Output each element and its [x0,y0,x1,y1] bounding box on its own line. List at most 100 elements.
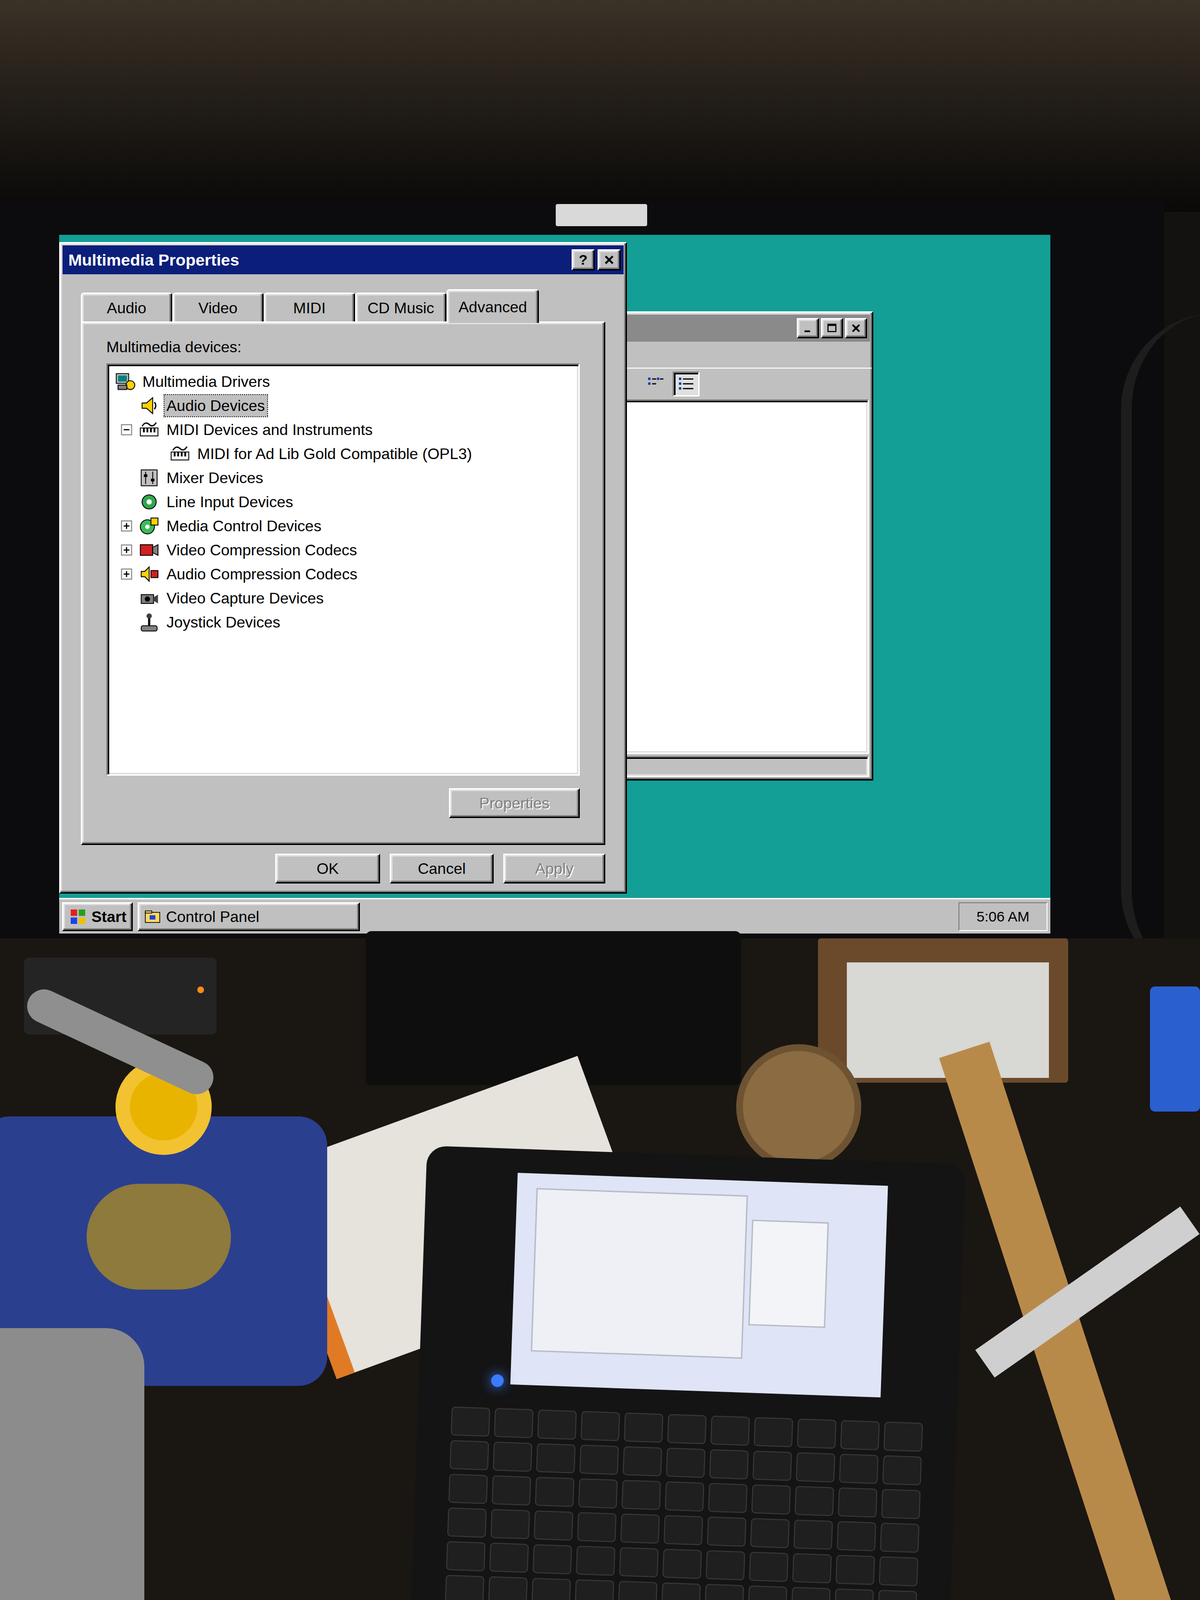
key [710,1415,750,1446]
taskbar-button[interactable]: Control Panel [137,902,360,932]
device-tree[interactable]: Multimedia DriversAudio DevicesMIDI Devi… [106,363,580,776]
key [576,1511,617,1543]
hdmi-sticker [555,204,648,227]
tree-label[interactable]: Video Capture Devices [164,587,326,609]
start-button[interactable]: Start [62,902,133,932]
expand-icon[interactable] [120,520,133,532]
key [574,1579,614,1600]
tab[interactable]: Audio [80,292,173,322]
tree-item[interactable]: Video Compression Codecs [107,537,579,562]
tree-item[interactable]: MIDI for Ad Lib Gold Compatible (OPL3) [107,441,579,466]
key [753,1417,793,1448]
clock-time: 5:06 AM [976,909,1030,924]
key [752,1450,792,1481]
tree-item[interactable]: Audio Devices [107,393,579,418]
key [446,1541,486,1572]
monitor-screen: Multimedia Properties? Audio VideoMIDICD M… [59,234,1051,934]
handheld-screen-window [748,1219,830,1328]
twine-spool [736,1044,862,1170]
dialog-button[interactable]: OK [275,853,381,884]
expander-slot [114,417,139,442]
key [791,1586,831,1600]
key [536,1442,576,1474]
expander-slot [145,441,170,466]
tree-label[interactable]: Media Control Devices [164,515,324,537]
key [448,1473,488,1505]
close-icon [601,252,617,268]
tree-label[interactable]: Audio Devices [164,395,268,417]
dialog-body: Audio VideoMIDICD MusicAdvanced Multimedia… [60,274,626,893]
title-buttons: ? [571,249,621,271]
tab[interactable]: MIDI [263,292,356,322]
help-glyph: ? [578,252,588,268]
key [837,1487,878,1518]
tab[interactable]: CD Music [355,292,447,322]
key [794,1485,834,1517]
minimize-button[interactable] [796,318,819,339]
tree-item[interactable]: Mixer Devices [107,465,579,490]
tree-item[interactable]: Video Capture Devices [107,586,579,611]
device-icon [138,539,160,561]
help-button[interactable]: ? [571,249,595,271]
device-icon [169,443,191,465]
tab[interactable]: Video [172,292,264,322]
key [532,1544,573,1575]
key [533,1510,574,1541]
collapse-icon[interactable] [120,423,133,436]
tree-label[interactable]: Joystick Devices [164,611,283,633]
tree-label[interactable]: MIDI for Ad Lib Gold Compatible (OPL3) [195,443,474,465]
tree-item[interactable]: Joystick Devices [107,610,579,635]
tree-label[interactable]: Video Compression Codecs [164,539,359,561]
button-label: Cancel [417,860,466,877]
key [490,1508,530,1540]
dialog-button[interactable]: Cancel [389,853,494,884]
expand-icon[interactable] [120,568,133,580]
tree-indent [107,523,115,529]
tree-item[interactable]: MIDI Devices and Instruments [107,417,579,442]
key [622,1445,663,1477]
window-title: Multimedia Properties [68,251,240,269]
key [624,1412,664,1443]
multimedia-properties-dialog[interactable]: Multimedia Properties? Audio VideoMIDICD M… [59,242,627,894]
key [880,1488,921,1520]
tree-item[interactable]: Line Input Devices [107,489,579,514]
details-icon [676,374,696,394]
tab-label: Audio [106,300,147,316]
key [494,1407,534,1439]
expander-slot [114,465,139,490]
key [450,1406,491,1437]
key [709,1449,749,1480]
tree-item[interactable]: Audio Compression Codecs [107,561,579,587]
tree-item[interactable]: Multimedia Drivers [107,369,579,394]
button-label: OK [316,860,339,877]
tree-label[interactable]: Mixer Devices [164,467,266,489]
tree-indent [107,571,115,577]
expander-slot [114,537,139,562]
tree-label[interactable]: Audio Compression Codecs [164,563,360,585]
handheld-keyboard [445,1406,924,1600]
key [621,1479,662,1510]
key [580,1410,621,1442]
maximize-button[interactable] [820,318,843,339]
key [663,1514,703,1545]
handheld-screen-window [530,1187,749,1359]
vga-connector [1149,986,1200,1112]
close-button[interactable] [844,318,868,339]
tree-label[interactable]: Line Input Devices [164,491,295,513]
properties-button: Properties [448,788,580,818]
tab[interactable]: Advanced [446,289,539,323]
details-button[interactable] [672,371,700,397]
minimize-icon [801,321,815,335]
tree-label[interactable]: MIDI Devices and Instruments [164,419,375,441]
close-button[interactable] [597,249,621,271]
expand-icon[interactable] [120,544,133,556]
brass-sponge [86,1183,231,1290]
tree-label[interactable]: Multimedia Drivers [140,370,272,393]
key [662,1548,703,1579]
tree-item[interactable]: Media Control Devices [107,513,579,538]
list-button[interactable] [641,371,669,397]
photo: Multimedia Properties? Audio VideoMIDICD M… [0,0,1200,1600]
tree-indent [107,595,115,601]
taskbar-label: Control Panel [165,908,260,925]
tree-indent [107,379,115,384]
